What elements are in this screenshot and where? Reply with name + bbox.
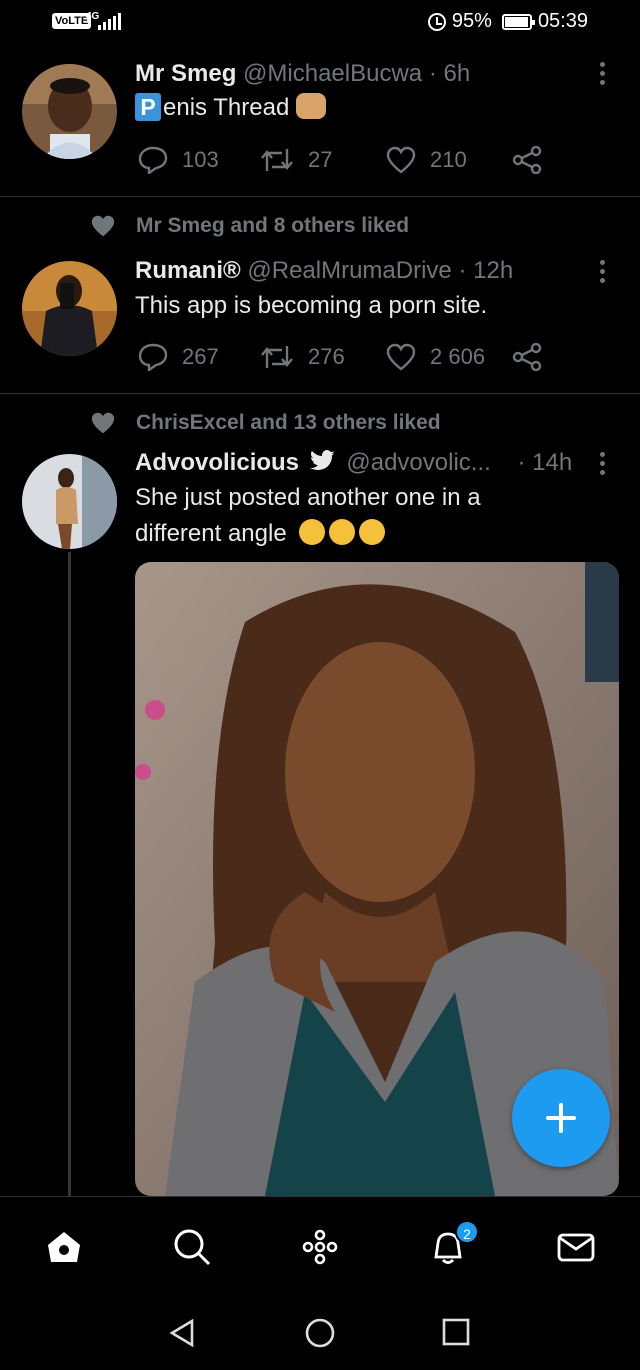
crying-face-emoji <box>359 519 386 545</box>
crying-face-emoji <box>329 519 356 545</box>
retweet-count: 276 <box>308 344 345 369</box>
back-icon[interactable] <box>168 1318 198 1348</box>
share-icon <box>512 343 542 371</box>
tweet-text: Penis Thread <box>135 90 605 126</box>
avatar[interactable] <box>22 261 117 356</box>
tweet-time: 14h <box>532 449 573 476</box>
tweet-text-body: enis Thread <box>163 94 290 121</box>
author-name[interactable]: Advovolicious <box>135 449 299 476</box>
retweet-count: 27 <box>308 147 333 172</box>
reply-icon <box>138 343 168 371</box>
author-handle[interactable]: @advovolic... <box>346 449 490 476</box>
tweet-time: 12h <box>473 257 514 284</box>
tweet-header: Rumani® @RealMrumaDrive · 12h <box>135 257 513 285</box>
tweet-header: Mr Smeg @MichaelBucwa · 6h <box>135 60 470 88</box>
tweet-time: 6h <box>443 60 471 87</box>
system-navigation <box>0 1296 640 1370</box>
author-name[interactable]: Rumani® <box>135 257 241 284</box>
social-context: Mr Smeg and 8 others liked <box>90 214 409 238</box>
social-context: ChrisExcel and 13 others liked <box>90 411 441 435</box>
bottom-navigation <box>0 1196 640 1296</box>
messages-icon[interactable] <box>556 1227 596 1267</box>
author-handle[interactable]: @RealMrumaDrive <box>247 257 451 284</box>
liked-by-text[interactable]: Mr Smeg and 8 others liked <box>136 214 409 238</box>
avatar[interactable] <box>22 454 117 549</box>
heart-icon <box>386 146 416 174</box>
status-bar: VoLTE 4G 95% 05:39 <box>0 0 640 48</box>
tweet-actions: 267 276 2 606 <box>138 343 542 371</box>
retweet-icon <box>261 346 293 368</box>
share-button[interactable] <box>512 343 542 371</box>
search-icon[interactable] <box>172 1227 212 1267</box>
battery-icon <box>501 13 535 30</box>
tweet-text: She just posted another one in a differe… <box>135 480 605 552</box>
separator-dot: · <box>428 60 437 87</box>
p-letter-badge: P <box>135 93 161 121</box>
alarm-icon <box>427 12 446 31</box>
retweet-button[interactable]: 27 <box>260 147 386 173</box>
divider <box>0 393 640 394</box>
heart-filled-icon <box>91 412 115 434</box>
tweet-text-line: different angle <box>135 520 287 547</box>
more-options-icon[interactable] <box>600 62 606 85</box>
share-button[interactable] <box>512 146 542 174</box>
avatar[interactable] <box>22 64 117 159</box>
retweet-button[interactable]: 276 <box>260 344 386 370</box>
twitter-bird-icon <box>309 450 335 470</box>
tweet-text: This app is becoming a porn site. <box>135 292 488 319</box>
home-circle-icon[interactable] <box>304 1317 336 1349</box>
reply-icon <box>138 146 168 174</box>
retweet-icon <box>261 149 293 171</box>
share-icon <box>512 146 542 174</box>
tweet-header: Advovolicious @advovolic... · 14h <box>135 449 572 477</box>
reply-button[interactable]: 267 <box>138 343 260 371</box>
notification-badge: 2 <box>455 1220 479 1244</box>
author-name[interactable]: Mr Smeg <box>135 60 236 87</box>
more-options-icon[interactable] <box>600 260 606 283</box>
clock: 05:39 <box>537 10 588 32</box>
heart-filled-icon <box>91 215 115 237</box>
like-button[interactable]: 210 <box>386 146 512 174</box>
reply-button[interactable]: 103 <box>138 146 260 174</box>
tweet-actions: 103 27 210 <box>138 146 542 174</box>
divider <box>0 196 640 197</box>
compose-tweet-button[interactable] <box>512 1069 610 1167</box>
separator-dot: · <box>517 449 526 476</box>
author-handle[interactable]: @MichaelBucwa <box>243 60 422 87</box>
battery-percent: 95% <box>451 10 492 32</box>
folded-hands-emoji <box>295 93 326 119</box>
reply-count: 267 <box>182 344 219 369</box>
like-button[interactable]: 2 606 <box>386 343 512 371</box>
spaces-icon[interactable] <box>300 1227 340 1267</box>
more-options-icon[interactable] <box>600 452 606 475</box>
signal-icon <box>98 12 121 30</box>
like-count: 210 <box>430 147 467 172</box>
recents-icon[interactable] <box>442 1318 470 1346</box>
tweet-text-line: She just posted another one in a <box>135 484 481 511</box>
reply-count: 103 <box>182 147 219 172</box>
thread-line <box>68 552 71 1196</box>
like-count: 2 606 <box>430 344 486 369</box>
heart-icon <box>386 343 416 371</box>
separator-dot: · <box>458 257 467 284</box>
home-icon[interactable] <box>44 1227 84 1267</box>
liked-by-text[interactable]: ChrisExcel and 13 others liked <box>136 411 441 435</box>
crying-face-emoji <box>299 519 326 545</box>
